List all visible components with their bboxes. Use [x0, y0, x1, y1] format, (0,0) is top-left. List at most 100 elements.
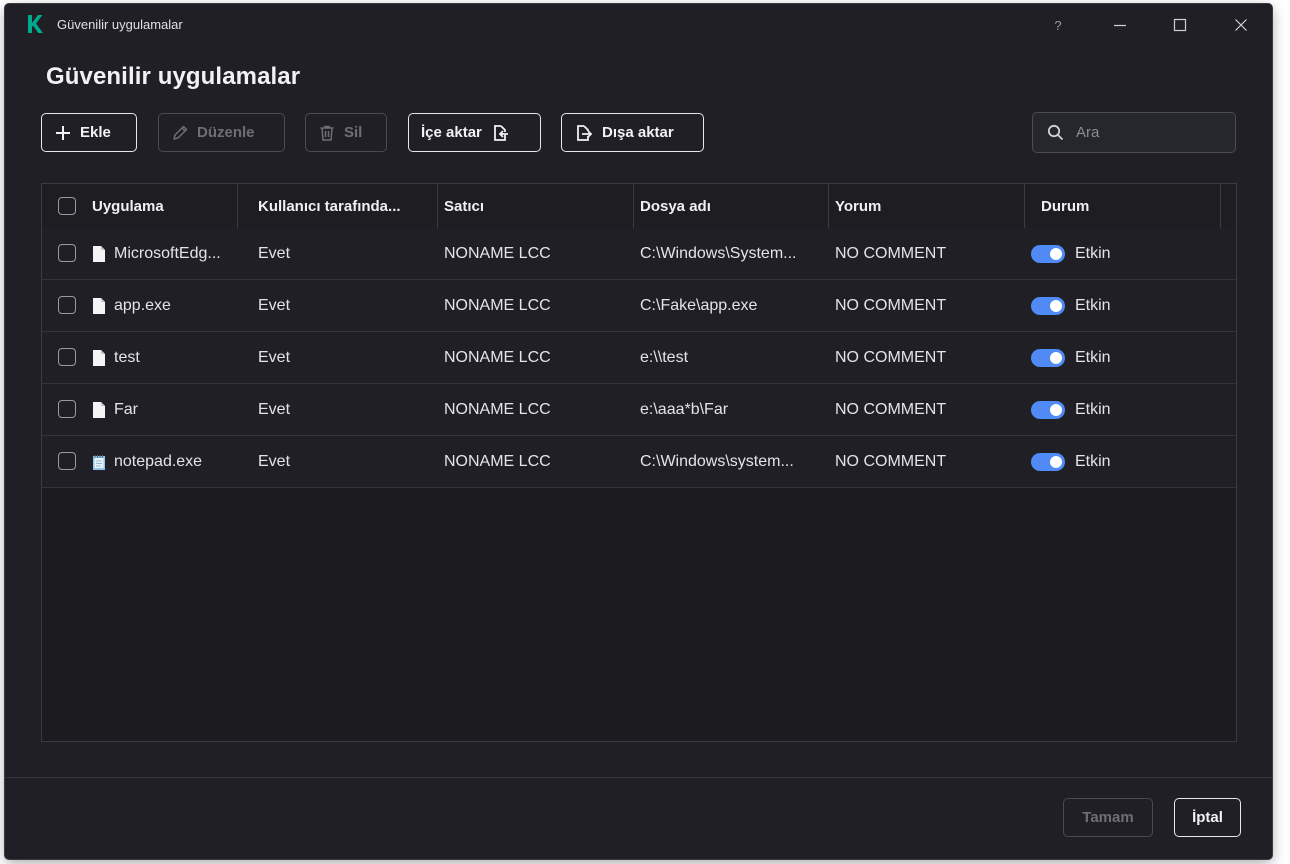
status-toggle[interactable]: [1031, 296, 1065, 315]
trusted-apps-window: Güvenilir uygulamalar ? Güvenilir uygula…: [5, 4, 1272, 859]
edit-button-label: Düzenle: [197, 124, 255, 141]
cell-comment: NO COMMENT: [835, 452, 947, 470]
cell-filename: C:\Windows\System...: [640, 244, 797, 262]
cell-status: Etkin: [1025, 436, 1221, 487]
import-button[interactable]: İçe aktar: [408, 113, 541, 152]
search-box[interactable]: [1032, 112, 1236, 153]
export-icon: [577, 124, 593, 141]
cell-comment: NO COMMENT: [835, 244, 947, 262]
pencil-icon: [173, 125, 188, 140]
kaspersky-logo-icon: [28, 15, 43, 33]
close-icon: [1235, 19, 1247, 31]
cell-vendor: NONAME LCC: [444, 348, 551, 366]
delete-button-label: Sil: [344, 124, 363, 141]
application-name: notepad.exe: [114, 452, 203, 470]
table-row[interactable]: Far Evet NONAME LCC e:\aaa*b\Far NO COMMENT E…: [42, 384, 1236, 436]
minimize-icon: [1114, 24, 1126, 27]
cell-filename: C:\Windows\system...: [640, 452, 794, 470]
file-icon: [93, 297, 105, 314]
page-title: Güvenilir uygulamalar: [46, 63, 301, 90]
cell-status: Etkin: [1025, 332, 1221, 383]
cell-application: app.exe: [86, 280, 252, 331]
table-header: Uygulama Kullanıcı tarafında... Satıcı D…: [42, 184, 1236, 229]
cell-vendor: NONAME LCC: [444, 452, 551, 470]
status-toggle[interactable]: [1031, 452, 1065, 471]
minimize-button[interactable]: [1098, 8, 1142, 42]
status-label: Etkin: [1075, 244, 1111, 262]
help-button[interactable]: ?: [1036, 8, 1080, 42]
file-icon: [93, 401, 105, 418]
export-button[interactable]: Dışa aktar: [561, 113, 704, 152]
import-icon: [493, 124, 508, 141]
cell-application: notepad.exe: [86, 436, 252, 487]
add-button-label: Ekle: [80, 124, 111, 141]
cell-user: Evet: [258, 348, 291, 366]
application-name: Far: [114, 400, 138, 418]
status-label: Etkin: [1075, 296, 1111, 314]
status-toggle[interactable]: [1031, 400, 1065, 419]
application-name: app.exe: [114, 296, 171, 314]
row-checkbox[interactable]: [58, 348, 76, 366]
table-row[interactable]: test Evet NONAME LCC e:\\test NO COMMENT Etki…: [42, 332, 1236, 384]
cell-application: test: [86, 332, 252, 383]
cell-user: Evet: [258, 296, 291, 314]
column-header-filename[interactable]: Dosya adı: [634, 184, 829, 228]
edit-button[interactable]: Düzenle: [158, 113, 285, 152]
cell-comment: NO COMMENT: [835, 296, 947, 314]
notepad-icon: [93, 454, 105, 470]
column-header-vendor[interactable]: Satıcı: [438, 184, 634, 228]
status-label: Etkin: [1075, 400, 1111, 418]
ok-button[interactable]: Tamam: [1063, 798, 1153, 837]
search-icon: [1047, 124, 1064, 141]
cell-filename: C:\Fake\app.exe: [640, 296, 758, 314]
table-row[interactable]: MicrosoftEdg... Evet NONAME LCC C:\Windows\…: [42, 228, 1236, 280]
cell-status: Etkin: [1025, 280, 1221, 331]
application-name: MicrosoftEdg...: [114, 244, 221, 262]
status-label: Etkin: [1075, 348, 1111, 366]
table-row[interactable]: app.exe Evet NONAME LCC C:\Fake\app.exe NO C…: [42, 280, 1236, 332]
status-toggle[interactable]: [1031, 348, 1065, 367]
trash-icon: [320, 125, 334, 141]
row-checkbox[interactable]: [58, 400, 76, 418]
delete-button[interactable]: Sil: [305, 113, 387, 152]
row-checkbox[interactable]: [58, 244, 76, 262]
column-header-comment[interactable]: Yorum: [829, 184, 1025, 228]
cancel-button[interactable]: İptal: [1174, 798, 1241, 837]
status-label: Etkin: [1075, 452, 1111, 470]
cell-comment: NO COMMENT: [835, 400, 947, 418]
cell-filename: e:\aaa*b\Far: [640, 400, 729, 418]
cell-comment: NO COMMENT: [835, 348, 947, 366]
search-input[interactable]: [1074, 123, 1218, 142]
close-button[interactable]: [1219, 8, 1263, 42]
cell-application: MicrosoftEdg...: [86, 228, 252, 279]
cell-vendor: NONAME LCC: [444, 400, 551, 418]
export-button-label: Dışa aktar: [602, 124, 674, 141]
column-header-application[interactable]: Uygulama: [86, 184, 238, 228]
cell-user: Evet: [258, 400, 291, 418]
cell-status: Etkin: [1025, 228, 1221, 279]
file-icon: [93, 245, 105, 262]
cell-vendor: NONAME LCC: [444, 296, 551, 314]
cell-user: Evet: [258, 244, 291, 262]
status-toggle[interactable]: [1031, 244, 1065, 263]
table-row[interactable]: notepad.exe Evet NONAME LCC C:\Windows\syst…: [42, 436, 1236, 488]
plus-icon: [56, 125, 70, 140]
import-button-label: İçe aktar: [421, 124, 482, 141]
file-icon: [93, 349, 105, 366]
cell-application: Far: [86, 384, 252, 435]
window-title: Güvenilir uygulamalar: [57, 17, 183, 32]
cell-filename: e:\\test: [640, 348, 689, 366]
add-button[interactable]: Ekle: [41, 113, 137, 152]
column-header-user[interactable]: Kullanıcı tarafında...: [252, 184, 438, 228]
footer-divider: [5, 777, 1272, 778]
column-header-status[interactable]: Durum: [1025, 184, 1221, 228]
apps-table: Uygulama Kullanıcı tarafında... Satıcı D…: [41, 183, 1237, 742]
row-checkbox[interactable]: [58, 296, 76, 314]
row-checkbox[interactable]: [58, 452, 76, 470]
maximize-button[interactable]: [1158, 8, 1202, 42]
application-name: test: [114, 348, 140, 366]
title-bar: Güvenilir uygulamalar ?: [5, 4, 1272, 44]
select-all-checkbox[interactable]: [58, 197, 76, 215]
maximize-icon: [1173, 18, 1187, 32]
cell-user: Evet: [258, 452, 291, 470]
